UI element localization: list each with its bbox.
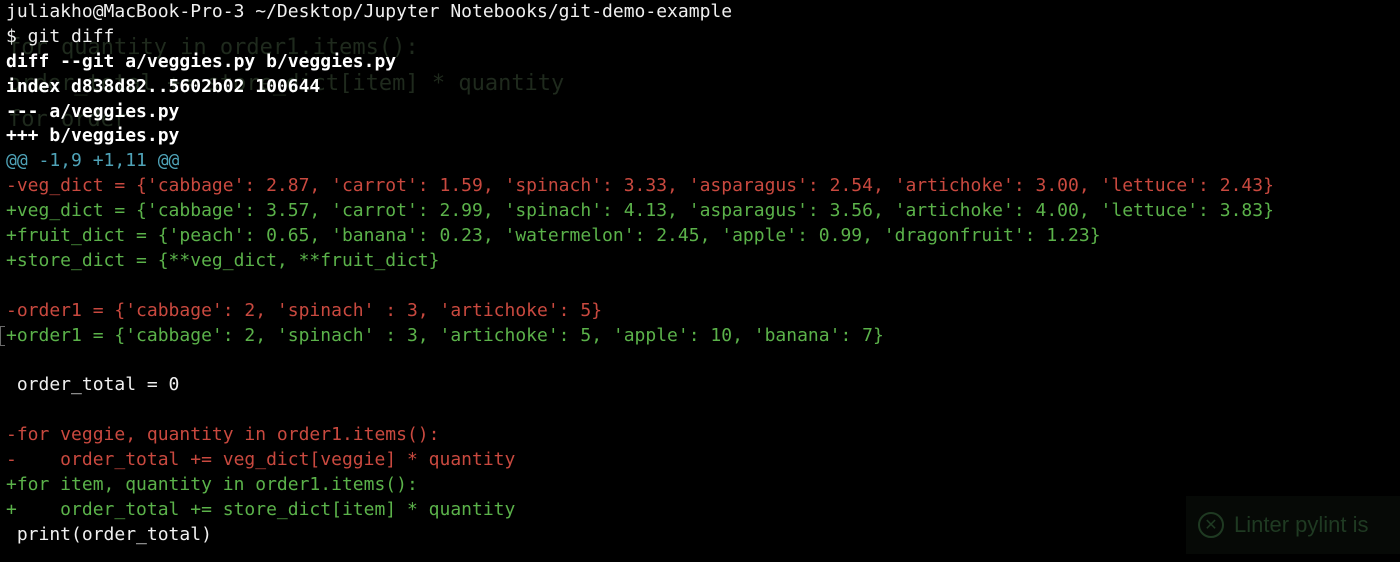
diff-header: diff --git a/veggies.py b/veggies.py: [6, 50, 397, 72]
prompt-header: juliakho@MacBook-Pro-3 ~/Desktop/Jupyter…: [6, 1, 733, 22]
diff-added-line: +fruit_dict = {'peach': 0.65, 'banana': …: [6, 225, 1101, 247]
hunk-header: @@ -1,9 +1,11 @@: [6, 150, 180, 172]
new-file-header: +++ b/veggies.py: [6, 125, 180, 147]
close-circle-icon[interactable]: ✕: [1198, 512, 1224, 538]
diff-context-line: [6, 398, 1400, 423]
diff-body: -veg_dict = {'cabbage': 2.87, 'carrot': …: [6, 174, 1400, 547]
index-line: index d838d82..5602b02 100644: [6, 75, 321, 97]
diff-added-line: +store_dict = {**veg_dict, **fruit_dict}: [6, 249, 440, 271]
notification-text: Linter pylint is: [1234, 512, 1369, 537]
diff-removed-line: -veg_dict = {'cabbage': 2.87, 'carrot': …: [6, 175, 1274, 197]
linter-notification[interactable]: ✕ Linter pylint is: [1186, 496, 1400, 554]
diff-removed-line: - order_total += veg_dict[veggie] * quan…: [6, 449, 516, 471]
cursor-bracket: [0, 326, 5, 346]
old-file-header: --- a/veggies.py: [6, 100, 180, 122]
diff-added-line: +for item, quantity in order1.items():: [6, 473, 418, 495]
diff-added-line: +veg_dict = {'cabbage': 3.57, 'carrot': …: [6, 200, 1274, 222]
diff-added-line: +order1 = {'cabbage': 2, 'spinach' : 3, …: [6, 324, 884, 346]
diff-context-line: order_total = 0: [6, 374, 180, 396]
diff-removed-line: -order1 = {'cabbage': 2, 'spinach' : 3, …: [6, 299, 603, 321]
command-line: $ git diff: [6, 25, 115, 47]
diff-context-line: [6, 274, 1400, 299]
diff-context-line: [6, 348, 1400, 373]
terminal-output[interactable]: juliakho@MacBook-Pro-3 ~/Desktop/Jupyter…: [6, 0, 1400, 548]
diff-removed-line: -for veggie, quantity in order1.items():: [6, 424, 440, 446]
